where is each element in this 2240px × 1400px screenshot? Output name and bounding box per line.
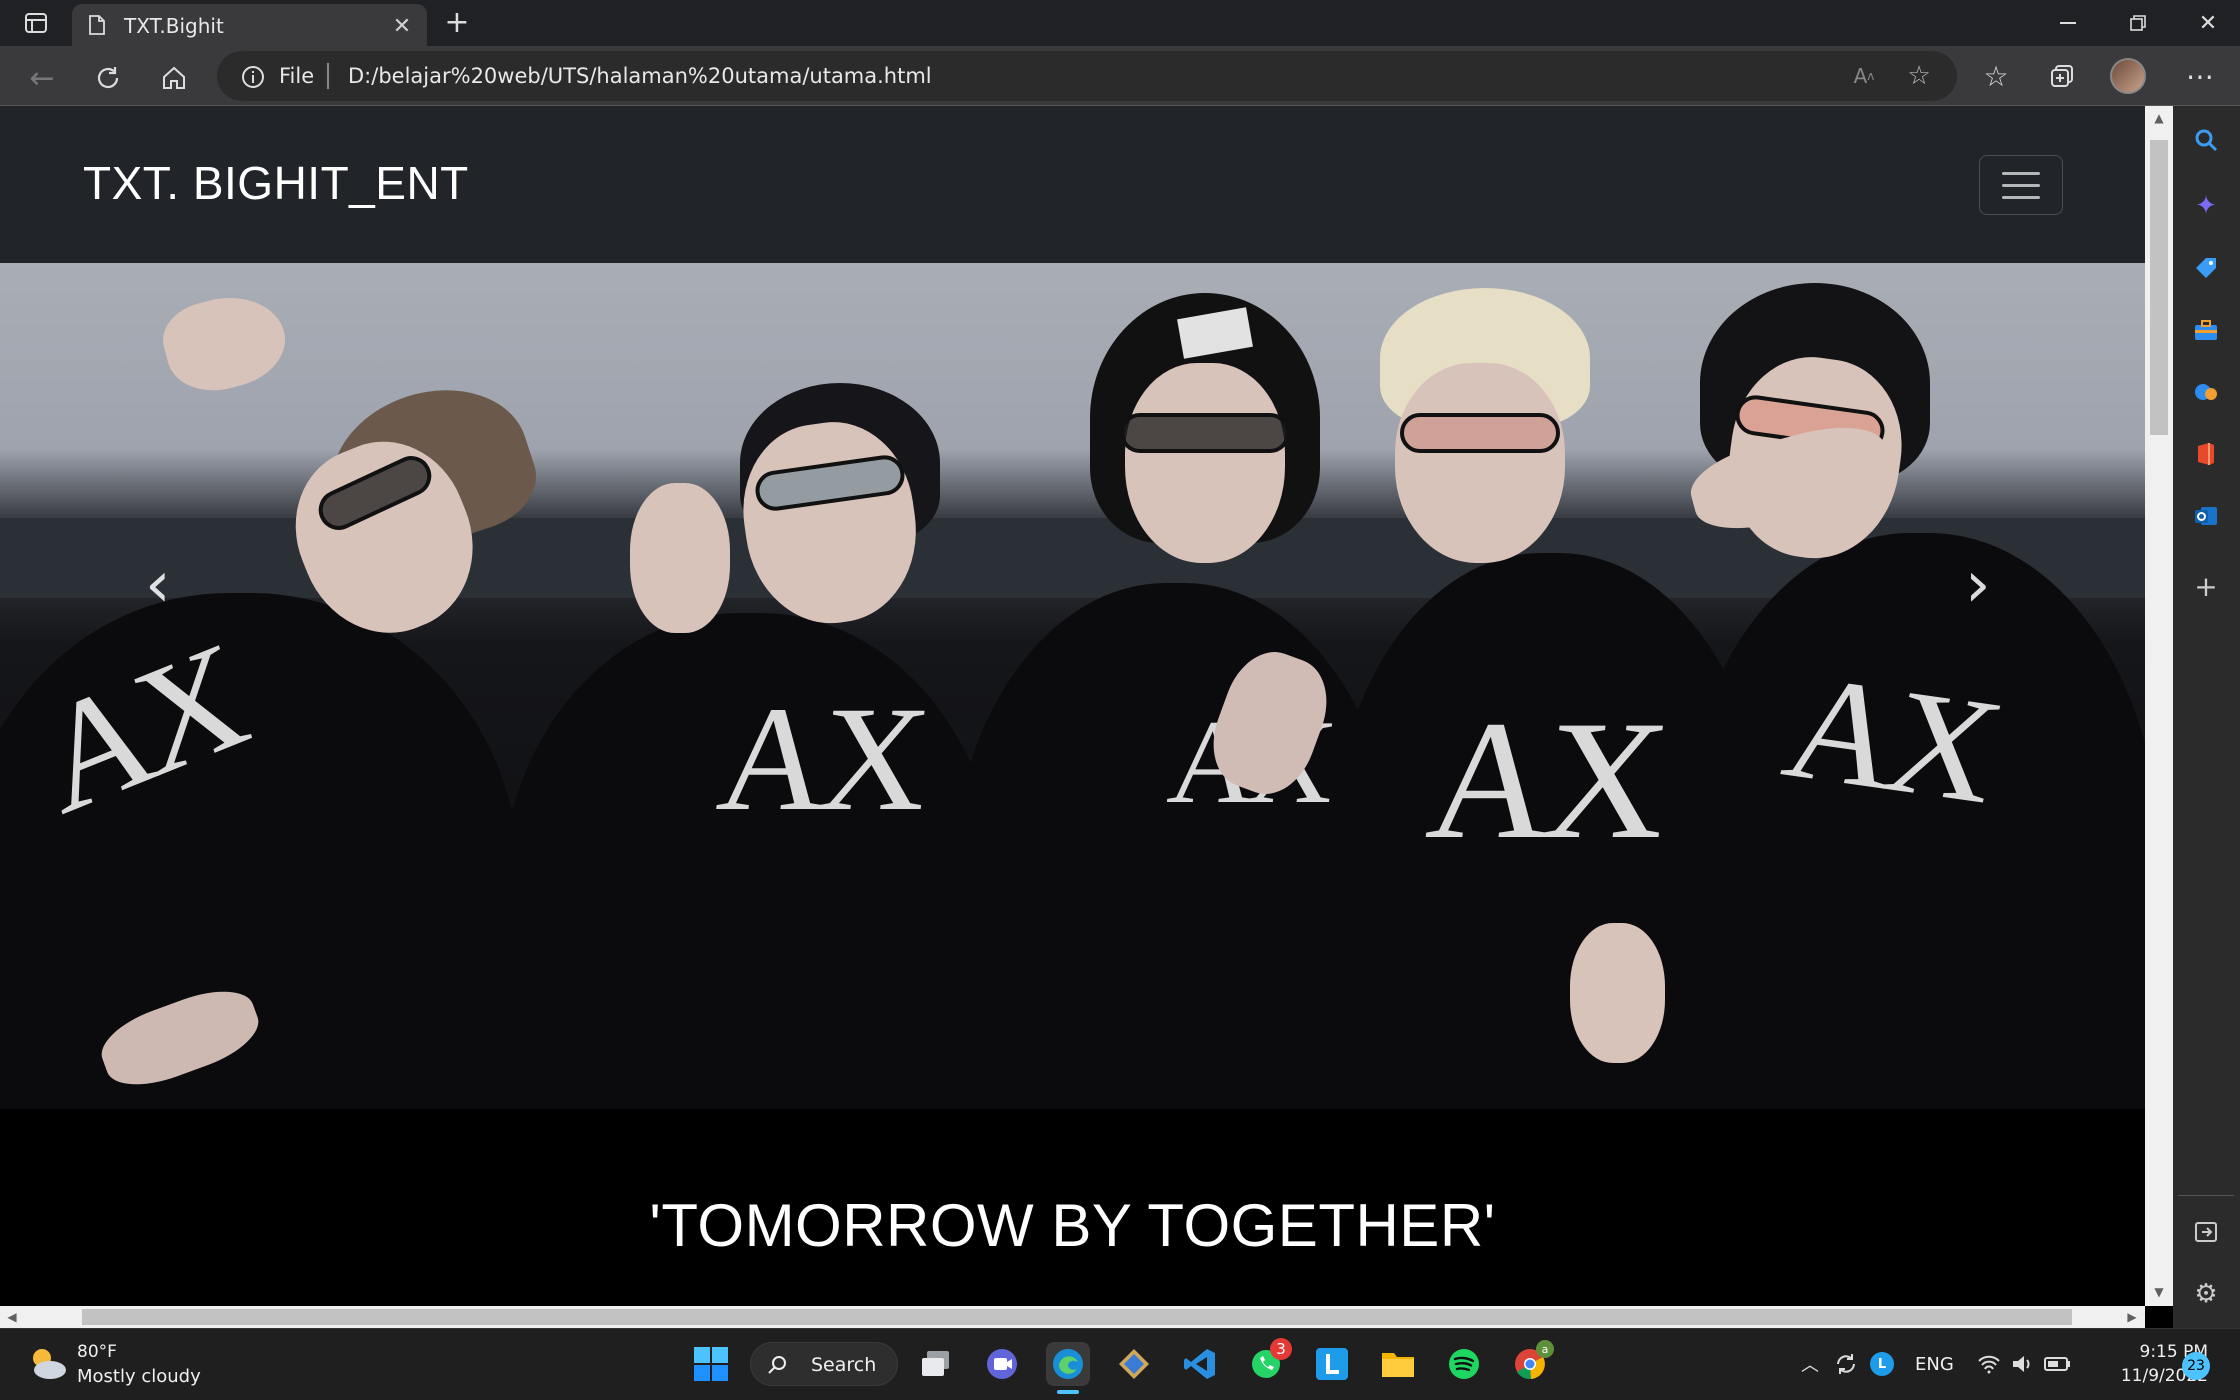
edge-browser-icon[interactable] [1046,1342,1090,1386]
scroll-up-arrow-icon[interactable]: ▲ [2149,110,2169,126]
edge-sidebar [2173,106,2240,1328]
add-icon[interactable]: + [2188,568,2224,604]
shirt-logo: AX [711,676,930,842]
refresh-icon[interactable] [88,58,128,98]
hide-sidebar-icon[interactable] [2188,1214,2224,1250]
vscode-icon[interactable] [1178,1342,1222,1386]
address-bar[interactable]: File D:/belajar%20web/UTS/halaman%20utam… [217,51,1957,101]
page-heading: 'TOMORROW BY TOGETHER' [649,1192,1496,1259]
spotify-icon[interactable] [1442,1342,1486,1386]
collections-icon[interactable] [2044,58,2080,94]
windows-start-icon[interactable] [689,1342,733,1386]
sidebar-divider [2178,1195,2234,1196]
member-face [1395,363,1565,563]
taskbar-search-box[interactable]: Search [750,1342,898,1386]
back-icon[interactable]: ← [22,58,62,98]
peace-hand [630,483,730,633]
volume-icon[interactable] [2010,1352,2036,1376]
settings-icon[interactable]: ⚙ [2188,1276,2224,1312]
peace-hand [155,284,295,402]
sync-icon[interactable] [1832,1350,1860,1378]
browser-tab[interactable]: TXT.Bighit ✕ [72,4,427,46]
taskbar-search-label: Search [811,1354,877,1376]
sunglasses [1120,413,1290,453]
profile-avatar[interactable] [2110,58,2146,94]
weather-temp: 80°F [77,1342,117,1362]
member-face [1125,363,1285,563]
minimize-icon[interactable] [2048,8,2088,38]
shirt-logo: AX [1770,644,2010,834]
info-icon[interactable] [239,63,267,91]
sparkle-icon[interactable]: ✦ [2188,188,2224,224]
l-tray-icon[interactable]: L [1870,1352,1894,1376]
teams-chat-icon[interactable] [980,1342,1024,1386]
close-tab-icon[interactable]: ✕ [390,14,414,39]
hamburger-line [2002,172,2040,175]
weather-cloud-icon[interactable] [26,1344,70,1384]
scroll-right-arrow-icon[interactable]: ▶ [2124,1308,2140,1326]
tab-title: TXT.Bighit [124,14,224,38]
tab-actions-icon[interactable] [18,6,54,40]
notification-badge[interactable]: 23 [2182,1352,2210,1380]
search-icon [765,1352,791,1378]
carousel-slide-image: AX AX AX AX AX ‹ › [0,263,2145,1109]
menu-toggle-button[interactable] [1979,155,2063,215]
chrome-profile-badge: a [1536,1340,1554,1358]
glasses [1400,413,1560,453]
office-icon[interactable] [2188,436,2224,472]
carousel-next-button[interactable]: › [1965,548,1991,622]
home-icon[interactable] [154,58,194,98]
site-brand[interactable]: TXT. BIGHIT_ENT [83,156,469,210]
tag-icon[interactable] [2188,250,2224,286]
search-icon[interactable] [2188,122,2224,158]
close-window-icon[interactable]: ✕ [2188,8,2228,38]
more-menu-icon[interactable]: ⋯ [2182,58,2218,94]
new-tab-button[interactable]: + [441,5,473,40]
address-divider [327,63,329,89]
weather-desc: Mostly cloudy [77,1366,201,1387]
file-explorer-icon[interactable] [1376,1342,1420,1386]
web-page: TXT. BIGHIT_ENT AX AX AX AX ‹ › 'TOMORRO… [0,106,2145,1306]
hamburger-line [2002,196,2040,199]
wifi-icon[interactable] [1976,1352,2002,1376]
shirt-logo: AX [1420,686,1670,874]
active-app-indicator [1057,1390,1079,1394]
address-info-label: File [279,64,315,88]
l-app-icon[interactable] [1310,1342,1354,1386]
add-favorite-icon[interactable]: ☆ [1902,61,1936,91]
whatsapp-badge: 3 [1270,1338,1292,1360]
toolbox-icon[interactable] [2188,312,2224,348]
outlook-icon[interactable] [2188,498,2224,534]
scroll-left-arrow-icon[interactable]: ◀ [4,1308,20,1326]
task-view-icon[interactable] [914,1342,958,1386]
games-icon[interactable] [2188,374,2224,410]
address-url[interactable]: D:/belajar%20web/UTS/halaman%20utama/uta… [348,64,932,88]
show-hidden-icons-icon[interactable]: ︿ [1798,1352,1822,1376]
vertical-scroll-thumb[interactable] [2150,140,2168,435]
page-file-icon [86,14,108,36]
read-aloud-icon[interactable]: Aʌ [1849,61,1879,91]
restore-icon[interactable] [2118,8,2158,38]
favorites-icon[interactable]: ☆ [1978,58,2014,94]
input-language[interactable]: ENG [1915,1354,1954,1375]
hamburger-line [2002,184,2040,187]
git-fork-icon[interactable] [1112,1342,1156,1386]
peace-hand [1570,923,1665,1063]
carousel-prev-button[interactable]: ‹ [145,548,171,622]
scroll-down-arrow-icon[interactable]: ▼ [2149,1284,2169,1300]
site-navbar: TXT. BIGHIT_ENT [0,106,2145,263]
battery-icon[interactable] [2044,1352,2072,1376]
horizontal-scroll-thumb[interactable] [82,1309,2072,1325]
